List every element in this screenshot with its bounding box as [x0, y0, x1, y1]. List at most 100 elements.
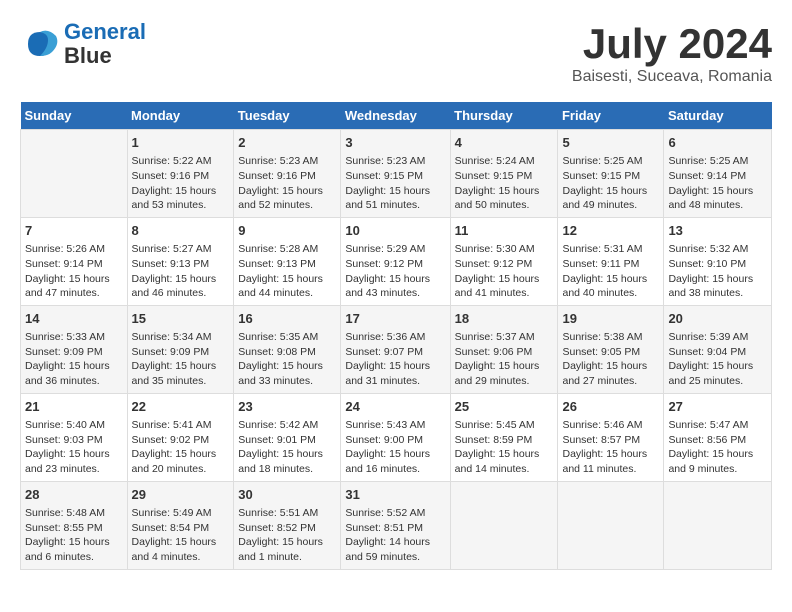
calendar-cell: 11 Sunrise: 5:30 AM Sunset: 9:12 PM Dayli…	[450, 217, 558, 305]
calendar-week-row: 1 Sunrise: 5:22 AM Sunset: 9:16 PM Daylig…	[21, 130, 772, 218]
calendar-cell: 24Sunrise: 5:43 AM Sunset: 9:00 PM Dayli…	[341, 393, 450, 481]
calendar-cell: 25 Sunrise: 5:45 AM Sunset: 8:59 PM Dayli…	[450, 393, 558, 481]
calendar-table: SundayMondayTuesdayWednesdayThursdayFrid…	[20, 102, 772, 570]
calendar-cell	[664, 481, 772, 569]
day-info: Sunrise: 5:49 AM Sunset: 8:54 PM Dayligh…	[132, 506, 230, 565]
logo: General Blue	[20, 20, 146, 68]
calendar-cell: 18Sunrise: 5:37 AM Sunset: 9:06 PM Dayli…	[450, 305, 558, 393]
calendar-cell: 30Sunrise: 5:51 AM Sunset: 8:52 PM Dayli…	[234, 481, 341, 569]
day-number: 1	[132, 134, 230, 152]
calendar-cell: 21 Sunrise: 5:40 AM Sunset: 9:03 PM Dayli…	[21, 393, 128, 481]
day-info: Sunrise: 5:46 AM Sunset: 8:57 PM Dayligh…	[562, 418, 659, 477]
day-number: 24	[345, 398, 445, 416]
day-info: Sunrise: 5:38 AM Sunset: 9:05 PM Dayligh…	[562, 330, 659, 389]
calendar-cell: 23Sunrise: 5:42 AM Sunset: 9:01 PM Dayli…	[234, 393, 341, 481]
weekday-header-thursday: Thursday	[450, 102, 558, 130]
calendar-cell: 22 Sunrise: 5:41 AM Sunset: 9:02 PM Dayli…	[127, 393, 234, 481]
weekday-header-tuesday: Tuesday	[234, 102, 341, 130]
day-number: 6	[668, 134, 767, 152]
day-number: 30	[238, 486, 336, 504]
calendar-cell: 16Sunrise: 5:35 AM Sunset: 9:08 PM Dayli…	[234, 305, 341, 393]
day-number: 12	[562, 222, 659, 240]
calendar-cell: 1 Sunrise: 5:22 AM Sunset: 9:16 PM Daylig…	[127, 130, 234, 218]
day-number: 4	[455, 134, 554, 152]
day-info: Sunrise: 5:24 AM Sunset: 9:15 PM Dayligh…	[455, 154, 554, 213]
calendar-cell: 14 Sunrise: 5:33 AM Sunset: 9:09 PM Dayli…	[21, 305, 128, 393]
calendar-cell: 5 Sunrise: 5:25 AM Sunset: 9:15 PM Daylig…	[558, 130, 664, 218]
day-info: Sunrise: 5:31 AM Sunset: 9:11 PM Dayligh…	[562, 242, 659, 301]
day-number: 27	[668, 398, 767, 416]
day-number: 20	[668, 310, 767, 328]
day-number: 26	[562, 398, 659, 416]
calendar-cell: 26 Sunrise: 5:46 AM Sunset: 8:57 PM Dayli…	[558, 393, 664, 481]
calendar-cell: 19 Sunrise: 5:38 AM Sunset: 9:05 PM Dayli…	[558, 305, 664, 393]
calendar-week-row: 21 Sunrise: 5:40 AM Sunset: 9:03 PM Dayli…	[21, 393, 772, 481]
day-info: Sunrise: 5:34 AM Sunset: 9:09 PM Dayligh…	[132, 330, 230, 389]
day-info: Sunrise: 5:28 AM Sunset: 9:13 PM Dayligh…	[238, 242, 336, 301]
day-info: Sunrise: 5:40 AM Sunset: 9:03 PM Dayligh…	[25, 418, 123, 477]
day-number: 11	[455, 222, 554, 240]
calendar-cell	[450, 481, 558, 569]
weekday-header-wednesday: Wednesday	[341, 102, 450, 130]
calendar-week-row: 7Sunrise: 5:26 AM Sunset: 9:14 PM Daylig…	[21, 217, 772, 305]
day-number: 9	[238, 222, 336, 240]
day-number: 17	[345, 310, 445, 328]
day-number: 28	[25, 486, 123, 504]
day-number: 14	[25, 310, 123, 328]
calendar-cell: 29 Sunrise: 5:49 AM Sunset: 8:54 PM Dayli…	[127, 481, 234, 569]
title-block: July 2024 Baisesti, Suceava, Romania	[572, 20, 772, 86]
day-info: Sunrise: 5:27 AM Sunset: 9:13 PM Dayligh…	[132, 242, 230, 301]
day-info: Sunrise: 5:36 AM Sunset: 9:07 PM Dayligh…	[345, 330, 445, 389]
page-header: General Blue July 2024 Baisesti, Suceava…	[20, 20, 772, 86]
day-number: 7	[25, 222, 123, 240]
day-info: Sunrise: 5:23 AM Sunset: 9:16 PM Dayligh…	[238, 154, 336, 213]
day-info: Sunrise: 5:35 AM Sunset: 9:08 PM Dayligh…	[238, 330, 336, 389]
day-info: Sunrise: 5:48 AM Sunset: 8:55 PM Dayligh…	[25, 506, 123, 565]
day-info: Sunrise: 5:45 AM Sunset: 8:59 PM Dayligh…	[455, 418, 554, 477]
day-number: 31	[345, 486, 445, 504]
day-number: 3	[345, 134, 445, 152]
calendar-cell: 3 Sunrise: 5:23 AM Sunset: 9:15 PM Daylig…	[341, 130, 450, 218]
day-info: Sunrise: 5:47 AM Sunset: 8:56 PM Dayligh…	[668, 418, 767, 477]
day-info: Sunrise: 5:42 AM Sunset: 9:01 PM Dayligh…	[238, 418, 336, 477]
day-number: 25	[455, 398, 554, 416]
day-info: Sunrise: 5:22 AM Sunset: 9:16 PM Dayligh…	[132, 154, 230, 213]
calendar-week-row: 28 Sunrise: 5:48 AM Sunset: 8:55 PM Dayli…	[21, 481, 772, 569]
calendar-cell: 13Sunrise: 5:32 AM Sunset: 9:10 PM Dayli…	[664, 217, 772, 305]
calendar-cell: 15 Sunrise: 5:34 AM Sunset: 9:09 PM Dayli…	[127, 305, 234, 393]
calendar-cell	[558, 481, 664, 569]
weekday-header-saturday: Saturday	[664, 102, 772, 130]
calendar-cell: 9 Sunrise: 5:28 AM Sunset: 9:13 PM Daylig…	[234, 217, 341, 305]
day-number: 15	[132, 310, 230, 328]
day-number: 22	[132, 398, 230, 416]
day-info: Sunrise: 5:41 AM Sunset: 9:02 PM Dayligh…	[132, 418, 230, 477]
day-info: Sunrise: 5:33 AM Sunset: 9:09 PM Dayligh…	[25, 330, 123, 389]
day-info: Sunrise: 5:30 AM Sunset: 9:12 PM Dayligh…	[455, 242, 554, 301]
day-number: 19	[562, 310, 659, 328]
calendar-cell: 2 Sunrise: 5:23 AM Sunset: 9:16 PM Daylig…	[234, 130, 341, 218]
weekday-header-monday: Monday	[127, 102, 234, 130]
calendar-cell: 28 Sunrise: 5:48 AM Sunset: 8:55 PM Dayli…	[21, 481, 128, 569]
calendar-cell: 8 Sunrise: 5:27 AM Sunset: 9:13 PM Daylig…	[127, 217, 234, 305]
logo-icon	[20, 24, 60, 64]
calendar-cell	[21, 130, 128, 218]
day-number: 10	[345, 222, 445, 240]
calendar-cell: 31 Sunrise: 5:52 AM Sunset: 8:51 PM Dayli…	[341, 481, 450, 569]
calendar-week-row: 14 Sunrise: 5:33 AM Sunset: 9:09 PM Dayli…	[21, 305, 772, 393]
day-info: Sunrise: 5:52 AM Sunset: 8:51 PM Dayligh…	[345, 506, 445, 565]
calendar-cell: 10 Sunrise: 5:29 AM Sunset: 9:12 PM Dayli…	[341, 217, 450, 305]
calendar-cell: 4 Sunrise: 5:24 AM Sunset: 9:15 PM Daylig…	[450, 130, 558, 218]
weekday-header-friday: Friday	[558, 102, 664, 130]
day-number: 8	[132, 222, 230, 240]
day-number: 29	[132, 486, 230, 504]
calendar-cell: 20Sunrise: 5:39 AM Sunset: 9:04 PM Dayli…	[664, 305, 772, 393]
day-info: Sunrise: 5:29 AM Sunset: 9:12 PM Dayligh…	[345, 242, 445, 301]
day-number: 5	[562, 134, 659, 152]
day-info: Sunrise: 5:23 AM Sunset: 9:15 PM Dayligh…	[345, 154, 445, 213]
day-info: Sunrise: 5:25 AM Sunset: 9:15 PM Dayligh…	[562, 154, 659, 213]
subtitle: Baisesti, Suceava, Romania	[572, 68, 772, 86]
calendar-cell: 17 Sunrise: 5:36 AM Sunset: 9:07 PM Dayli…	[341, 305, 450, 393]
day-number: 18	[455, 310, 554, 328]
day-number: 21	[25, 398, 123, 416]
day-number: 2	[238, 134, 336, 152]
